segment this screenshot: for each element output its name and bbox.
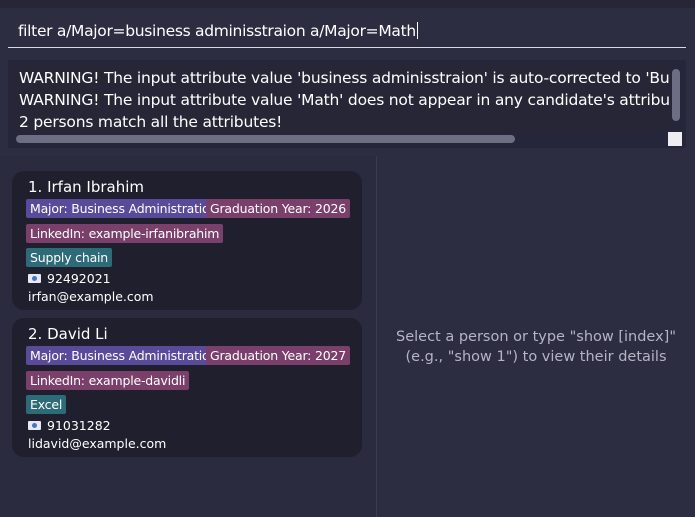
app-window: filter a/Major=business adminisstraion a… <box>0 0 695 517</box>
phone-icon <box>28 421 41 430</box>
linkedin-tag: LinkedIn: example-davidli <box>26 371 190 390</box>
major-tag: Major: Business Administration <box>26 346 222 365</box>
scroll-corner <box>668 132 682 146</box>
placeholder-line-1: Select a person or type "show [index]" <box>396 329 676 345</box>
person-name: 2. David Li <box>28 325 108 343</box>
email: lidavid@example.com <box>28 436 167 451</box>
phone-number: 92492021 <box>47 271 111 286</box>
result-line-3: 2 persons match all the attributes! <box>19 113 283 131</box>
placeholder-line-2: (e.g., "show 1") to view their details <box>405 349 667 365</box>
command-input[interactable]: filter a/Major=business adminisstraion a… <box>18 22 418 40</box>
detail-placeholder: Select a person or type "show [index]" (… <box>377 327 695 367</box>
phone-row: 91031282 <box>28 418 111 433</box>
menu-bar <box>0 0 695 8</box>
person-list-panel: 1. Irfan Ibrahim Major: Business Adminis… <box>0 156 376 517</box>
linkedin-tag: LinkedIn: example-irfanibrahim <box>26 224 224 243</box>
text-caret <box>416 22 418 39</box>
result-line-2: WARNING! The input attribute value 'Math… <box>19 91 670 109</box>
command-box[interactable]: filter a/Major=business adminisstraion a… <box>8 14 686 48</box>
command-text: filter a/Major=business adminisstraion a… <box>18 22 416 40</box>
person-detail-panel: Select a person or type "show [index]" (… <box>377 156 695 517</box>
email: irfan@example.com <box>28 289 154 304</box>
phone-icon <box>28 274 41 283</box>
person-name: 1. Irfan Ibrahim <box>28 178 145 196</box>
result-vertical-scrollbar[interactable] <box>670 63 684 143</box>
phone-row: 92492021 <box>28 271 111 286</box>
person-card[interactable]: 1. Irfan Ibrahim Major: Business Adminis… <box>12 171 362 310</box>
phone-number: 91031282 <box>47 418 111 433</box>
result-horizontal-scroll-thumb[interactable] <box>16 135 515 143</box>
result-text-area[interactable]: WARNING! The input attribute value 'busi… <box>11 63 670 133</box>
skill-tag: Excel <box>26 395 67 414</box>
result-display: WARNING! The input attribute value 'busi… <box>8 60 686 148</box>
major-tag: Major: Business Administration <box>26 199 222 218</box>
person-card[interactable]: 2. David Li Major: Business Administrati… <box>12 318 362 457</box>
result-vertical-scroll-thumb[interactable] <box>672 69 680 121</box>
result-line-1: WARNING! The input attribute value 'busi… <box>19 69 670 87</box>
graduation-tag: Graduation Year: 2027 <box>206 346 350 365</box>
graduation-tag: Graduation Year: 2026 <box>206 199 350 218</box>
skill-tag: Supply chain <box>26 248 113 267</box>
